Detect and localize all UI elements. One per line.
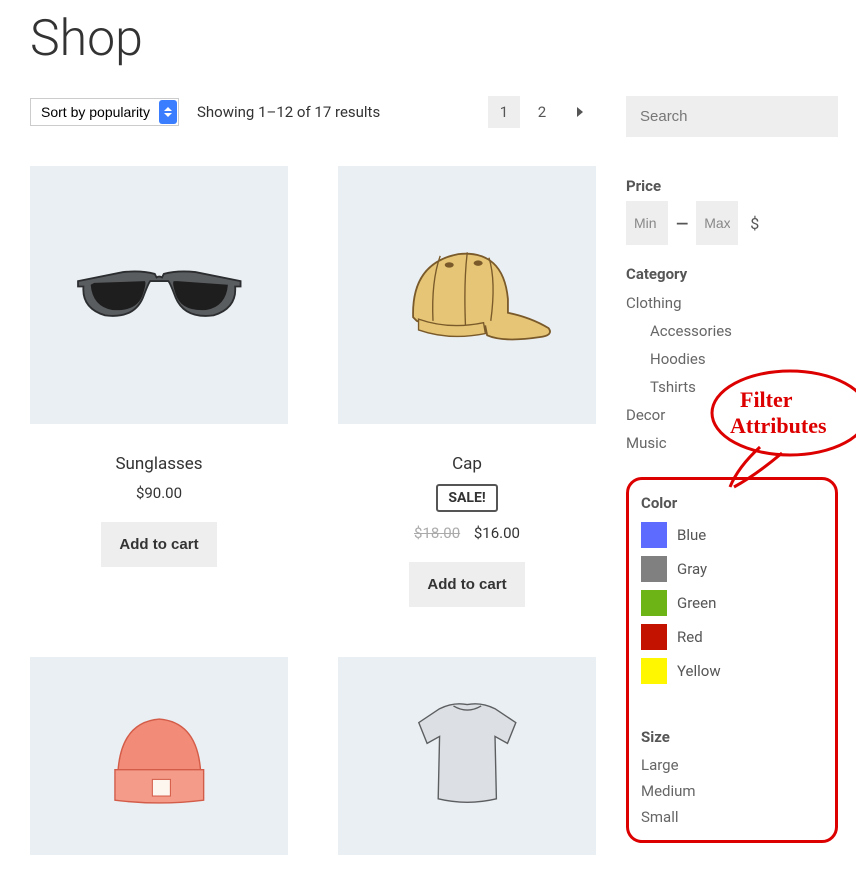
swatch-icon bbox=[641, 624, 667, 650]
category-item[interactable]: Hoodies bbox=[626, 345, 838, 373]
color-option-yellow[interactable]: Yellow bbox=[641, 654, 823, 688]
product-card[interactable] bbox=[338, 657, 596, 885]
pagination: 1 2 bbox=[488, 96, 596, 128]
swatch-icon bbox=[641, 658, 667, 684]
swatch-icon bbox=[641, 556, 667, 582]
size-option[interactable]: Medium bbox=[641, 778, 823, 804]
product-title: Cap bbox=[452, 454, 482, 474]
size-list: Large Medium Small bbox=[641, 752, 823, 830]
color-option-red[interactable]: Red bbox=[641, 620, 823, 654]
beanie-icon bbox=[90, 681, 229, 820]
category-list: Clothing Accessories Hoodies Tshirts Dec… bbox=[626, 289, 838, 457]
sort-select[interactable]: Sort by popularity bbox=[30, 98, 179, 126]
chevron-right-icon bbox=[577, 107, 583, 117]
color-heading: Color bbox=[641, 494, 823, 512]
product-card[interactable] bbox=[30, 657, 288, 885]
page-2-button[interactable]: 2 bbox=[526, 96, 558, 128]
price-max-input[interactable] bbox=[696, 201, 738, 245]
size-option[interactable]: Large bbox=[641, 752, 823, 778]
category-item[interactable]: Tshirts bbox=[626, 373, 838, 401]
page-title: Shop bbox=[30, 10, 838, 68]
sunglasses-icon bbox=[69, 254, 250, 335]
swatch-icon bbox=[641, 522, 667, 548]
add-to-cart-button[interactable]: Add to cart bbox=[409, 562, 524, 607]
tshirt-icon bbox=[398, 681, 537, 820]
cap-icon bbox=[377, 227, 558, 362]
product-price: $18.00 $16.00 bbox=[414, 524, 520, 542]
product-card[interactable]: Cap SALE! $18.00 $16.00 Add to cart bbox=[338, 166, 596, 607]
add-to-cart-button[interactable]: Add to cart bbox=[101, 522, 216, 567]
filter-attributes-box: Color Blue Gray Green bbox=[626, 477, 838, 843]
sale-badge: SALE! bbox=[436, 484, 497, 512]
price-dash: — bbox=[676, 214, 688, 233]
shop-sidebar: Price — $ Category Clothing Accessories … bbox=[626, 96, 838, 843]
price-min-input[interactable] bbox=[626, 201, 668, 245]
old-price: $18.00 bbox=[414, 524, 460, 542]
product-image bbox=[30, 657, 288, 855]
color-list: Blue Gray Green Red bbox=[641, 518, 823, 688]
currency-symbol: $ bbox=[750, 214, 759, 233]
color-label: Yellow bbox=[677, 662, 721, 680]
sort-select-wrap[interactable]: Sort by popularity bbox=[30, 98, 179, 126]
category-item[interactable]: Accessories bbox=[626, 317, 838, 345]
page-1-button[interactable]: 1 bbox=[488, 96, 520, 128]
product-title: Sunglasses bbox=[115, 454, 202, 474]
category-item[interactable]: Music bbox=[626, 429, 838, 457]
price-heading: Price bbox=[626, 177, 838, 195]
color-label: Green bbox=[677, 594, 716, 612]
category-item[interactable]: Decor bbox=[626, 401, 838, 429]
color-label: Gray bbox=[677, 560, 707, 578]
category-item[interactable]: Clothing bbox=[626, 289, 838, 317]
swatch-icon bbox=[641, 590, 667, 616]
color-label: Blue bbox=[677, 526, 706, 544]
result-count: Showing 1–12 of 17 results bbox=[197, 103, 380, 121]
shop-toolbar: Sort by popularity Showing 1–12 of 17 re… bbox=[30, 96, 596, 128]
current-price: $16.00 bbox=[474, 524, 520, 542]
product-image bbox=[338, 657, 596, 855]
color-label: Red bbox=[677, 628, 703, 646]
search-input[interactable] bbox=[626, 96, 838, 137]
category-heading: Category bbox=[626, 265, 838, 283]
product-price: $90.00 bbox=[136, 484, 182, 502]
color-option-gray[interactable]: Gray bbox=[641, 552, 823, 586]
product-image bbox=[338, 166, 596, 424]
color-option-blue[interactable]: Blue bbox=[641, 518, 823, 552]
product-card[interactable]: Sunglasses $90.00 Add to cart bbox=[30, 166, 288, 607]
size-option[interactable]: Small bbox=[641, 804, 823, 830]
color-option-green[interactable]: Green bbox=[641, 586, 823, 620]
size-heading: Size bbox=[641, 728, 823, 746]
page-next-button[interactable] bbox=[564, 96, 596, 128]
product-image bbox=[30, 166, 288, 424]
